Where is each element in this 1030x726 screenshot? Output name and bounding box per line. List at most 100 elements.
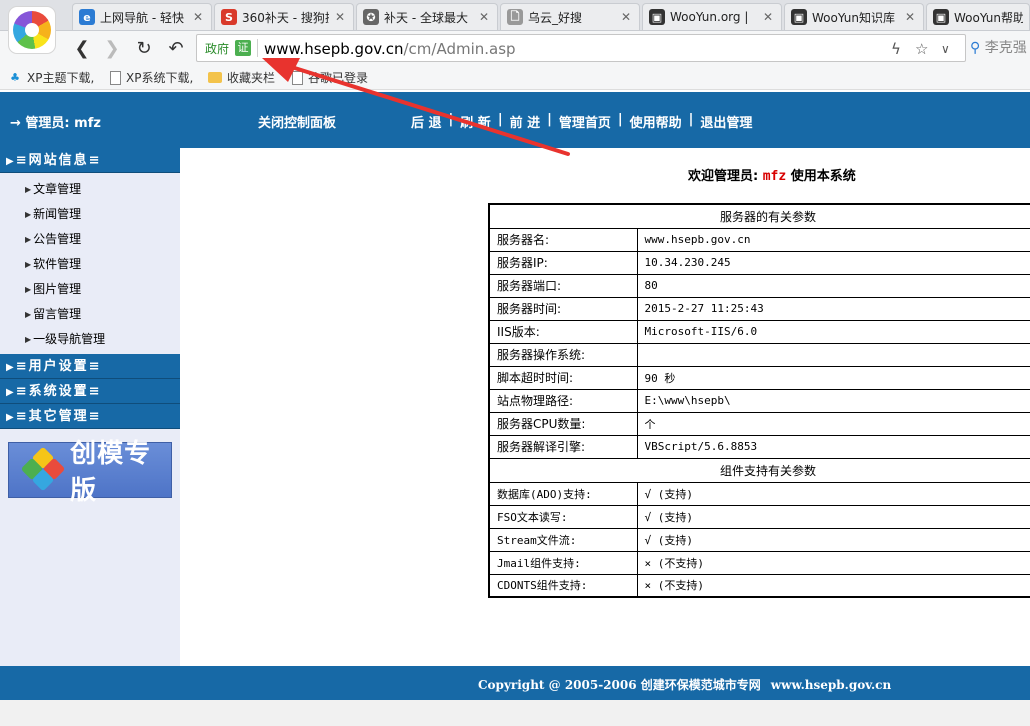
tab-4[interactable]: ▣ WooYun.org | ✕	[642, 3, 782, 30]
tab-label: WooYun.org |	[670, 10, 749, 24]
tab-3[interactable]: 🗋 乌云_好搜 ✕	[500, 3, 640, 30]
welcome-suffix: 使用本系统	[790, 169, 856, 184]
bookmark-item[interactable]: 谷歌已登录	[292, 69, 368, 86]
nav-forward-link[interactable]: 前 进	[510, 112, 541, 131]
bullet-triangle-icon: ▶	[25, 310, 32, 319]
url-host: www.hsepb.gov.cn	[264, 40, 404, 58]
section-title: ≡其它管理≡	[15, 409, 102, 424]
sidebar-item-notices[interactable]: ▶ 公告管理	[0, 227, 180, 252]
star-icon[interactable]: ☆	[915, 40, 928, 58]
sidebar-item-nav[interactable]: ▶ 一级导航管理	[0, 327, 180, 352]
sidebar-item-label: 一级导航管理	[33, 332, 106, 346]
nav-back-link[interactable]: 后 退	[411, 112, 442, 131]
forward-arrow-icon[interactable]: ❯	[100, 36, 124, 60]
refresh-icon[interactable]: ↻	[132, 36, 156, 60]
nav-refresh-link[interactable]: 刷 新	[460, 112, 491, 131]
param-name: 服务器IP:	[488, 250, 638, 275]
tab-favicon-icon: ▣	[933, 9, 949, 25]
sidebar-submenu: ▶ 文章管理 ▶ 新闻管理 ▶ 公告管理 ▶ 软件管理 ▶ 图片管理 ▶ 留言管理 ▶ 一级导…	[0, 173, 180, 354]
sidebar-section-other[interactable]: ▶ ≡其它管理≡	[0, 404, 180, 429]
welcome-username: mfz	[762, 169, 787, 184]
cert-badge-icon[interactable]: 证	[235, 40, 251, 56]
table-row: 服务器时间: 2015-2-27 11:25:43	[488, 296, 1030, 321]
server-params-heading: 服务器的有关参数	[488, 203, 1030, 229]
copyright-text: Copyright @ 2005-2006 创建环保模范城市专网	[478, 678, 761, 692]
sidebar: ▶ ≡网站信息≡ ▶ 文章管理 ▶ 新闻管理 ▶ 公告管理 ▶ 软件管理 ▶ 图片管理 ▶ 留…	[0, 148, 180, 666]
table-row: 服务器IP: 10.34.230.245	[488, 250, 1030, 275]
nav-help-link[interactable]: 使用帮助	[630, 112, 682, 131]
chevron-down-icon[interactable]: ∨	[941, 42, 950, 56]
url-path: /cm/Admin.asp	[403, 40, 516, 58]
tab-close-icon[interactable]: ✕	[333, 10, 347, 24]
back-arrow-icon[interactable]: ❮	[70, 36, 94, 60]
section-title: ≡用户设置≡	[15, 359, 102, 374]
section-arrow-icon: ▶	[6, 387, 14, 398]
table-row: 服务器名: www.hsepb.gov.cn	[488, 227, 1030, 252]
bookmark-label: XP主题下载,	[27, 71, 95, 85]
lightning-icon[interactable]: ϟ	[891, 40, 901, 58]
component-name: 数据库(ADO)支持:	[488, 481, 638, 506]
admin-label: → 管理员: mfz	[10, 116, 101, 131]
tab-close-icon[interactable]: ✕	[191, 10, 205, 24]
sidebar-item-news[interactable]: ▶ 新闻管理	[0, 202, 180, 227]
tab-2[interactable]: ✪ 补天 - 全球最大 ✕	[356, 3, 498, 30]
tab-favicon-icon: e	[79, 9, 95, 25]
param-value: Microsoft-IIS/6.0	[636, 319, 1030, 344]
nav-home-link[interactable]: 管理首页	[559, 112, 611, 131]
url-text[interactable]: www.hsepb.gov.cn/cm/Admin.asp	[264, 40, 516, 58]
sidebar-section-system-settings[interactable]: ▶ ≡系统设置≡	[0, 379, 180, 404]
bookmarks-bar: ♣ XP主题下载, XP系统下载, 收藏夹栏 谷歌已登录	[0, 64, 1030, 90]
tab-1[interactable]: S 360补天 - 搜狗搜 ✕	[214, 3, 354, 30]
tab-label: 乌云_好搜	[528, 10, 583, 25]
tab-label: 补天 - 全球最大	[384, 10, 468, 25]
bookmark-label: 收藏夹栏	[227, 71, 276, 85]
tab-5[interactable]: ▣ WooYun知识库 ✕	[784, 3, 924, 30]
tab-close-icon[interactable]: ✕	[903, 10, 917, 24]
sidebar-item-articles[interactable]: ▶ 文章管理	[0, 177, 180, 202]
search-box[interactable]: ⚲ 李克强	[970, 37, 1030, 59]
tab-close-icon[interactable]: ✕	[761, 10, 775, 24]
tab-close-icon[interactable]: ✕	[619, 10, 633, 24]
sidebar-item-messages[interactable]: ▶ 留言管理	[0, 302, 180, 327]
tab-6[interactable]: ▣ WooYun帮助力	[926, 3, 1030, 30]
table-row: 服务器CPU数量: 个	[488, 411, 1030, 436]
close-panel-link[interactable]: 关闭控制面板	[258, 112, 336, 131]
bookmark-item[interactable]: XP系统下载,	[110, 69, 193, 86]
section-arrow-icon: ▶	[6, 362, 14, 373]
table-row: 站点物理路径: E:\www\hsepb\	[488, 388, 1030, 413]
brand-logo[interactable]: 创模专版	[8, 439, 172, 506]
param-value: 个	[636, 411, 1030, 436]
bullet-triangle-icon: ▶	[25, 210, 32, 219]
document-icon	[292, 70, 303, 85]
footer: Copyright @ 2005-2006 创建环保模范城市专网 www.hsep…	[0, 666, 1030, 700]
browser-tab-bar: e 上网导航 - 轻快 ✕ S 360补天 - 搜狗搜 ✕ ✪ 补天 - 全球最大 ✕ 🗋 乌云_好…	[0, 0, 1030, 31]
address-bar[interactable]: 政府 证 www.hsepb.gov.cn/cm/Admin.asp ϟ ☆ ∨	[196, 34, 966, 62]
folder-icon	[208, 72, 222, 83]
sidebar-item-software[interactable]: ▶ 软件管理	[0, 252, 180, 277]
param-name: 服务器时间:	[488, 296, 638, 321]
server-info-table: 服务器的有关参数 服务器名: www.hsepb.gov.cn 服务器IP: 10.3…	[488, 203, 1030, 598]
sidebar-section-user-settings[interactable]: ▶ ≡用户设置≡	[0, 354, 180, 379]
bookmark-label: 谷歌已登录	[308, 71, 369, 85]
component-status: × (不支持)	[636, 550, 1030, 575]
nav-logout-link[interactable]: 退出管理	[700, 112, 752, 131]
tab-close-icon[interactable]: ✕	[477, 10, 491, 24]
section-arrow-icon: ▶	[6, 412, 14, 423]
bookmark-item[interactable]: 收藏夹栏	[208, 69, 275, 86]
param-name: 服务器操作系统:	[488, 342, 638, 367]
param-value: 90 秒	[636, 365, 1030, 390]
bullet-triangle-icon: ▶	[25, 235, 32, 244]
component-name: CDONTS组件支持:	[488, 573, 638, 598]
brand-text: 创模专版	[70, 439, 152, 506]
url-divider	[257, 39, 258, 57]
tab-0[interactable]: e 上网导航 - 轻快 ✕	[72, 3, 212, 30]
undo-icon[interactable]: ↶	[164, 36, 188, 60]
sidebar-item-images[interactable]: ▶ 图片管理	[0, 277, 180, 302]
sidebar-item-label: 文章管理	[33, 182, 82, 196]
sidebar-section-site-info[interactable]: ▶ ≡网站信息≡	[0, 148, 180, 173]
page-bottom-area	[0, 700, 1030, 726]
bookmark-item[interactable]: ♣ XP主题下载,	[8, 69, 94, 86]
bullet-triangle-icon: ▶	[25, 285, 32, 294]
table-row: CDONTS组件支持: × (不支持)	[488, 573, 1030, 598]
browser-logo-icon[interactable]	[8, 6, 56, 54]
